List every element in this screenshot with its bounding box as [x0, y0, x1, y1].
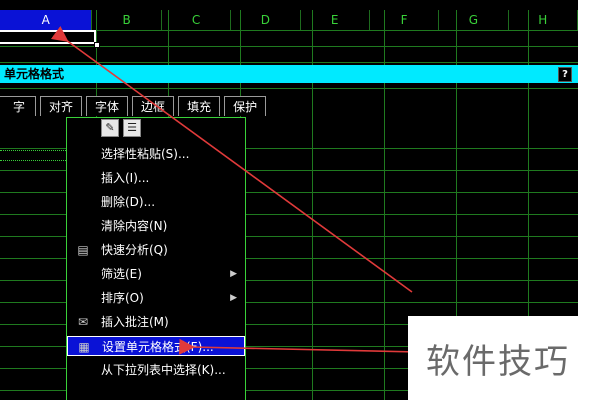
- watermark-box: 软件技巧: [408, 316, 600, 400]
- arrow-to-cell: [50, 25, 413, 293]
- arrow-to-format-cells: [179, 338, 419, 355]
- watermark-text: 软件技巧: [426, 342, 570, 382]
